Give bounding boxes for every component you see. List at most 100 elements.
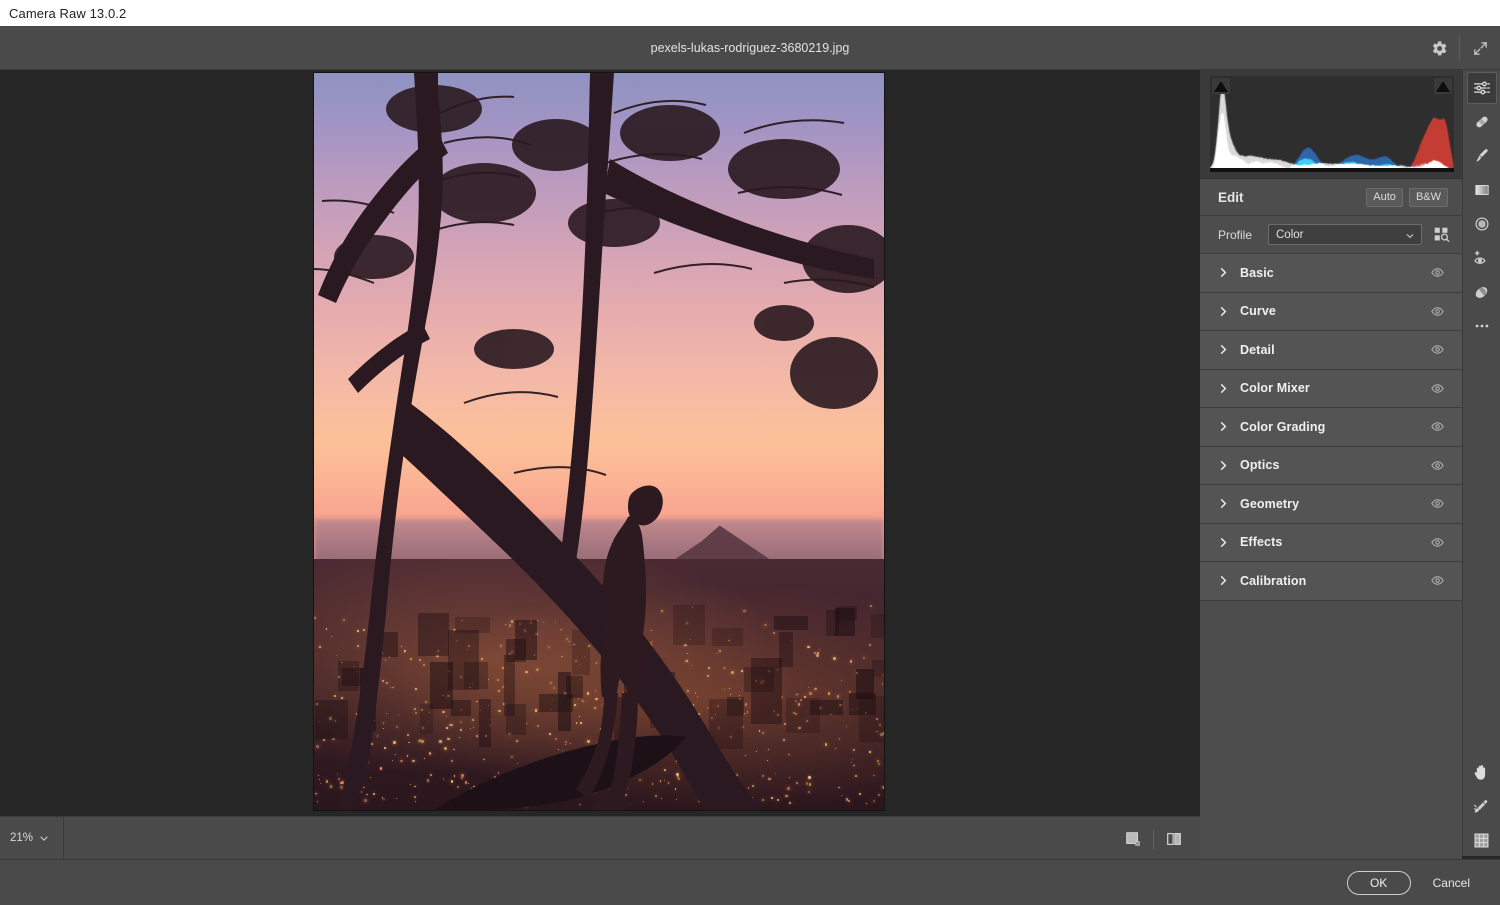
chevron-right-icon[interactable] (1218, 383, 1234, 394)
triangle-clip-icon (1436, 81, 1450, 92)
photo-image (314, 73, 884, 810)
bottom-toolbar: 21% (0, 816, 1200, 859)
view-mode-controls (1115, 817, 1192, 860)
section-label: Color Mixer (1234, 381, 1428, 395)
chevron-right-icon[interactable] (1218, 498, 1234, 509)
edit-panel-header: Edit Auto B&W (1200, 179, 1462, 216)
section-row-color-grading[interactable]: Color Grading (1200, 408, 1462, 447)
ellipsis-icon (1473, 317, 1491, 335)
section-row-basic[interactable]: Basic (1200, 254, 1462, 293)
section-label: Optics (1234, 458, 1428, 472)
camera-raw-window: Camera Raw 13.0.2 pexels-lukas-rodriguez… (0, 0, 1500, 905)
right-panel: Edit Auto B&W Profile Color (1200, 70, 1462, 856)
triangle-clip-icon (1214, 81, 1228, 92)
profile-label: Profile (1218, 228, 1260, 242)
tools-sidebar (1462, 70, 1500, 856)
visibility-eye-icon[interactable] (1428, 342, 1446, 357)
section-label: Curve (1234, 304, 1428, 318)
image-canvas[interactable] (0, 70, 1200, 816)
dialog-footer: OK Cancel (0, 859, 1500, 905)
cancel-button[interactable]: Cancel (1433, 876, 1470, 890)
eyedropper-icon (1472, 797, 1491, 816)
section-row-color-mixer[interactable]: Color Mixer (1200, 370, 1462, 409)
view-divider (1153, 829, 1154, 849)
crop-grid-tool[interactable] (1467, 824, 1497, 856)
chevron-right-icon[interactable] (1218, 306, 1234, 317)
ok-button[interactable]: OK (1347, 871, 1411, 895)
masking-ellipse-icon (1472, 283, 1491, 302)
histogram-plot (1210, 76, 1454, 172)
section-row-detail[interactable]: Detail (1200, 331, 1462, 370)
sliders-icon (1473, 79, 1491, 97)
bw-button[interactable]: B&W (1409, 188, 1448, 207)
title-bar-actions (1419, 26, 1500, 70)
city-skyline (314, 559, 884, 810)
red-eye-tool[interactable] (1467, 242, 1497, 274)
visibility-eye-icon[interactable] (1428, 381, 1446, 396)
masking-tool[interactable] (1467, 276, 1497, 308)
edit-sliders-tool[interactable] (1467, 72, 1497, 104)
visibility-eye-icon[interactable] (1428, 419, 1446, 434)
histogram-panel[interactable] (1200, 70, 1462, 176)
histogram[interactable] (1210, 76, 1454, 172)
visibility-eye-icon[interactable] (1428, 573, 1446, 588)
profile-selected-value: Color (1276, 229, 1303, 241)
fullscreen-button[interactable] (1460, 26, 1500, 70)
bandage-spot-heal-icon (1473, 113, 1491, 131)
single-view-icon (1124, 830, 1142, 848)
radial-filter-tool[interactable] (1467, 208, 1497, 240)
hand-icon (1472, 763, 1491, 782)
section-row-geometry[interactable]: Geometry (1200, 485, 1462, 524)
shadow-clipping-button[interactable] (1212, 78, 1230, 94)
visibility-eye-icon[interactable] (1428, 496, 1446, 511)
highlight-clipping-button[interactable] (1434, 78, 1452, 94)
section-label: Basic (1234, 266, 1428, 280)
profile-select[interactable]: Color (1268, 224, 1422, 245)
adjustment-brush-tool[interactable] (1467, 140, 1497, 172)
app-title: Camera Raw 13.0.2 (0, 6, 126, 21)
chevron-right-icon[interactable] (1218, 537, 1234, 548)
browse-profiles-icon (1433, 226, 1450, 243)
section-row-effects[interactable]: Effects (1200, 524, 1462, 563)
section-row-calibration[interactable]: Calibration (1200, 562, 1462, 601)
section-label: Effects (1234, 535, 1428, 549)
city-lights (314, 559, 884, 810)
grid-icon (1472, 831, 1491, 850)
spot-removal-tool[interactable] (1467, 106, 1497, 138)
single-view-button[interactable] (1115, 817, 1151, 860)
panel-empty-area (1200, 601, 1462, 901)
before-after-button[interactable] (1156, 817, 1192, 860)
gear-icon (1431, 40, 1448, 57)
graduated-filter-tool[interactable] (1467, 174, 1497, 206)
document-title-bar: pexels-lukas-rodriguez-3680219.jpg (0, 26, 1500, 70)
chevron-right-icon[interactable] (1218, 421, 1234, 432)
white-balance-eyedropper-tool[interactable] (1467, 790, 1497, 822)
visibility-eye-icon[interactable] (1428, 458, 1446, 473)
photo-preview[interactable] (314, 73, 884, 810)
chevron-right-icon[interactable] (1218, 267, 1234, 278)
visibility-eye-icon[interactable] (1428, 265, 1446, 280)
chevron-right-icon[interactable] (1218, 575, 1234, 586)
browse-profiles-button[interactable] (1430, 226, 1452, 243)
section-row-optics[interactable]: Optics (1200, 447, 1462, 486)
section-label: Geometry (1234, 497, 1428, 511)
chevron-right-icon[interactable] (1218, 344, 1234, 355)
chevron-down-icon[interactable] (39, 833, 49, 843)
gradient-square-icon (1473, 181, 1491, 199)
visibility-eye-icon[interactable] (1428, 304, 1446, 319)
more-options-tool[interactable] (1467, 310, 1497, 342)
brush-icon (1473, 147, 1491, 165)
section-label: Detail (1234, 343, 1428, 357)
eye-plus-icon (1472, 249, 1491, 268)
section-row-curve[interactable]: Curve (1200, 293, 1462, 332)
zoom-control[interactable]: 21% (0, 817, 64, 860)
chevron-right-icon[interactable] (1218, 460, 1234, 471)
profile-row: Profile Color (1200, 216, 1462, 254)
zoom-level-label: 21% (10, 832, 33, 844)
chevron-down-icon (1405, 231, 1415, 240)
auto-button[interactable]: Auto (1366, 188, 1403, 207)
edit-sections-list: Basic Curve Detail Color Mixer Color Grading… (1200, 254, 1462, 601)
settings-button[interactable] (1419, 26, 1459, 70)
hand-tool[interactable] (1467, 756, 1497, 788)
visibility-eye-icon[interactable] (1428, 535, 1446, 550)
